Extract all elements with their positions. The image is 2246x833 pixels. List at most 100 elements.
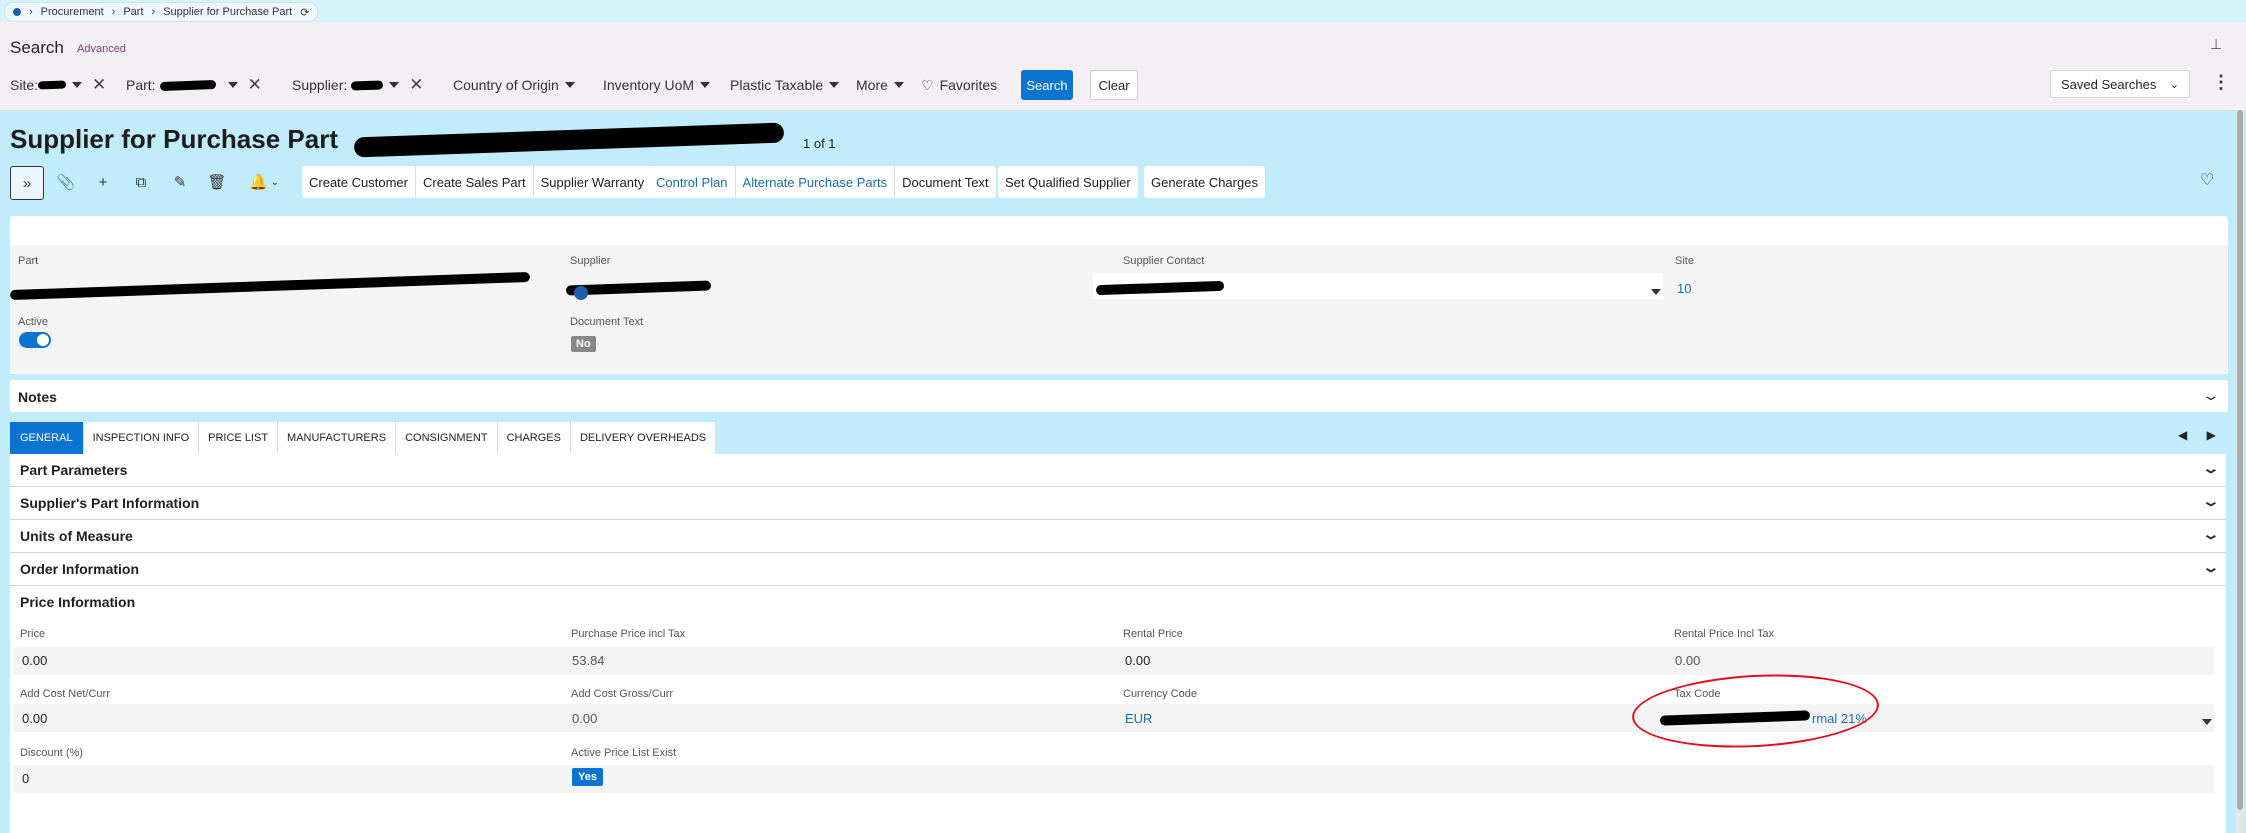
clear-button[interactable]: Clear xyxy=(1090,70,1138,100)
chevron-down-icon: ⌄ xyxy=(2201,493,2221,509)
filter-country-of-origin[interactable]: Country of Origin xyxy=(453,68,575,102)
chevron-down-icon xyxy=(829,82,840,88)
notification-bell-icon[interactable]: 🔔 ⌄ xyxy=(243,168,285,196)
scrollbar-track[interactable] xyxy=(2236,110,2244,833)
add-icon[interactable]: + xyxy=(89,168,117,196)
expand-icon[interactable]: » xyxy=(10,166,44,200)
rental-price-input[interactable]: 0.00 xyxy=(1125,653,1150,668)
redacted-value xyxy=(37,80,67,90)
tab-bar: GENERAL INSPECTION INFO PRICE LIST MANUF… xyxy=(10,422,717,454)
close-icon[interactable]: ✕ xyxy=(248,75,262,95)
favorite-heart-icon[interactable]: ♡ xyxy=(2200,170,2214,190)
section-units-of-measure[interactable]: Units of Measure ⌄ xyxy=(10,520,2226,553)
discount-label: Discount (%) xyxy=(20,747,83,759)
breadcrumb: › Procurement › Part › Supplier for Purc… xyxy=(4,2,319,22)
add-cost-gross-value: 0.00 xyxy=(572,711,598,726)
discount-input[interactable]: 0 xyxy=(22,771,29,786)
tab-inspection-info[interactable]: INSPECTION INFO xyxy=(84,422,200,454)
filter-supplier[interactable]: Supplier: ✕ xyxy=(283,68,424,102)
section-order-information[interactable]: Order Information ⌄ xyxy=(10,553,2226,586)
redacted-value xyxy=(159,79,216,91)
filter-plastic-taxable[interactable]: Plastic Taxable xyxy=(730,68,840,102)
breadcrumb-part[interactable]: Part xyxy=(123,6,143,18)
chevron-down-icon: ⌄ xyxy=(2201,526,2221,542)
currency-code-label: Currency Code xyxy=(1123,688,1197,700)
home-icon[interactable] xyxy=(13,8,21,16)
saved-searches-select[interactable]: Saved Searches ⌄ xyxy=(2050,70,2190,98)
part-label: Part xyxy=(18,255,39,267)
advanced-search-link[interactable]: Advanced xyxy=(77,43,126,55)
breadcrumb-current: Supplier for Purchase Part xyxy=(163,6,293,18)
pin-icon[interactable]: ⊥ xyxy=(2210,36,2222,53)
section-suppliers-part-information[interactable]: Supplier's Part Information ⌄ xyxy=(10,487,2226,520)
currency-code-link[interactable]: EUR xyxy=(1125,711,1152,726)
notes-section[interactable] xyxy=(10,380,2228,412)
purchase-price-incl-tax-value: 53.84 xyxy=(572,653,605,668)
filter-part[interactable]: Part: ✕ xyxy=(120,68,262,102)
chevron-right-icon[interactable]: ▶ xyxy=(2207,428,2216,442)
filter-more[interactable]: More xyxy=(856,68,904,102)
filter-site[interactable]: Site: ✕ xyxy=(10,68,106,102)
header-fields xyxy=(10,245,2228,373)
price-row-2 xyxy=(14,704,2214,732)
chevron-down-icon[interactable] xyxy=(227,82,238,88)
create-customer-button[interactable]: Create Customer xyxy=(302,166,416,198)
chevron-down-icon: ⌄ xyxy=(2169,78,2179,91)
filter-inventory-uom[interactable]: Inventory UoM xyxy=(603,68,711,102)
supplier-contact-label: Supplier Contact xyxy=(1123,255,1205,267)
delete-icon[interactable]: 🗑 xyxy=(203,168,231,196)
more-options-icon[interactable]: ⋮ xyxy=(2212,72,2230,93)
document-text-button[interactable]: Document Text xyxy=(895,166,995,198)
add-cost-net-input[interactable]: 0.00 xyxy=(22,711,47,726)
rental-price-label: Rental Price xyxy=(1123,628,1183,640)
section-part-parameters[interactable]: Part Parameters ⌄ xyxy=(10,454,2226,487)
site-value[interactable]: 10 xyxy=(1677,281,1691,296)
add-cost-net-label: Add Cost Net/Curr xyxy=(20,688,110,700)
refresh-icon[interactable]: ⟳ xyxy=(300,6,309,19)
add-cost-gross-label: Add Cost Gross/Curr xyxy=(571,688,674,700)
tab-consignment[interactable]: CONSIGNMENT xyxy=(396,422,498,454)
chevron-down-icon: ⌄ xyxy=(2201,559,2221,575)
edit-icon[interactable]: ✎ xyxy=(166,168,194,196)
breadcrumb-procurement[interactable]: Procurement xyxy=(41,6,104,18)
rental-price-incl-tax-value: 0.00 xyxy=(1675,653,1701,668)
chevron-down-icon[interactable]: ⌄ xyxy=(2201,387,2220,405)
rental-price-incl-tax-label: Rental Price Incl Tax xyxy=(1674,628,1775,640)
chevron-down-icon[interactable] xyxy=(2196,713,2212,731)
price-input[interactable]: 0.00 xyxy=(22,653,47,668)
chevron-down-icon[interactable] xyxy=(1645,283,1661,301)
document-text-badge: No xyxy=(571,336,596,352)
site-label: Site xyxy=(1675,255,1694,267)
tab-charges[interactable]: CHARGES xyxy=(498,422,571,454)
active-toggle[interactable] xyxy=(19,332,51,348)
redacted-value xyxy=(351,79,384,91)
generate-charges-button[interactable]: Generate Charges xyxy=(1144,166,1265,198)
tab-general[interactable]: GENERAL xyxy=(10,422,84,454)
tab-scroll-arrows: ◀ ▶ xyxy=(2178,428,2216,442)
control-plan-button[interactable]: Control Plan xyxy=(649,166,736,198)
chevron-left-icon[interactable]: ◀ xyxy=(2178,428,2187,442)
duplicate-icon[interactable]: ⧉ xyxy=(127,168,155,196)
favorites-button[interactable]: ♡ Favorites xyxy=(921,68,997,102)
attachment-icon[interactable]: 📎 xyxy=(52,168,80,196)
command-group-customer: Create Customer Create Sales Part Suppli… xyxy=(302,166,652,198)
command-group-plan: Control Plan Alternate Purchase Parts Do… xyxy=(649,166,996,198)
close-icon[interactable]: ✕ xyxy=(92,75,106,95)
tab-delivery-overheads[interactable]: DELIVERY OVERHEADS xyxy=(571,422,717,454)
price-row-1 xyxy=(14,647,2214,675)
supplier-warranty-button[interactable]: Supplier Warranty xyxy=(534,166,652,198)
alternate-purchase-parts-button[interactable]: Alternate Purchase Parts xyxy=(736,166,896,198)
notes-title: Notes xyxy=(18,389,57,405)
search-button[interactable]: Search xyxy=(1021,70,1073,100)
active-price-list-exist-label: Active Price List Exist xyxy=(571,747,677,759)
tab-price-list[interactable]: PRICE LIST xyxy=(199,422,279,454)
scrollbar-thumb[interactable] xyxy=(2237,110,2243,810)
chevron-down-icon[interactable] xyxy=(389,82,400,88)
heart-icon: ♡ xyxy=(921,76,934,93)
set-qualified-supplier-button[interactable]: Set Qualified Supplier xyxy=(998,166,1138,198)
tab-manufacturers[interactable]: MANUFACTURERS xyxy=(278,422,397,454)
chevron-down-icon: ⌄ xyxy=(2201,460,2221,476)
close-icon[interactable]: ✕ xyxy=(409,75,423,95)
chevron-down-icon[interactable] xyxy=(72,82,83,88)
create-sales-part-button[interactable]: Create Sales Part xyxy=(416,166,534,198)
